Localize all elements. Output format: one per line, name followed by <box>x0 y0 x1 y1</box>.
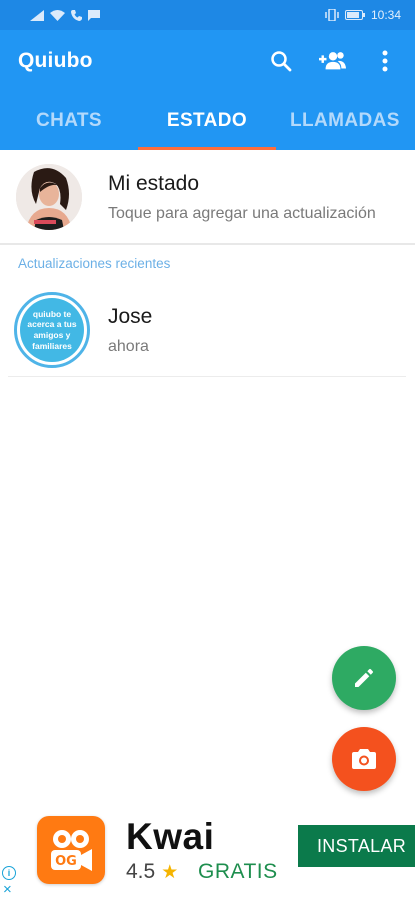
update-time: ahora <box>108 338 149 355</box>
recent-updates-label: Actualizaciones recientes <box>18 256 171 271</box>
status-icons-left <box>30 9 100 21</box>
my-status-title: Mi estado <box>108 172 200 195</box>
appbar-actions <box>267 47 399 75</box>
message-icon <box>88 9 100 21</box>
contact-name: Jose <box>108 305 153 328</box>
app-bar: Quiubo <box>0 30 415 92</box>
add-contact-icon <box>319 52 347 70</box>
tab-estado[interactable]: ESTADO <box>138 92 276 150</box>
search-button[interactable] <box>267 47 295 75</box>
install-button[interactable]: INSTALAR <box>298 825 415 867</box>
my-status-avatar <box>16 164 82 230</box>
star-icon: ★ <box>161 861 179 883</box>
ad-info-icon[interactable]: i <box>2 866 16 880</box>
app-screen: 10:34 Quiubo CHATS ESTADO LLAMADAS Mi es… <box>0 0 415 900</box>
add-contact-button[interactable] <box>319 47 347 75</box>
ad-banner[interactable]: OG Kwai 4.5 ★ GRATIS INSTALAR i × <box>0 808 415 900</box>
status-ring: quiubo te acerca a tus amigos y familiar… <box>14 292 90 368</box>
search-icon <box>271 51 292 72</box>
more-options-button[interactable] <box>371 47 399 75</box>
contact-status-thumbnail: quiubo te acerca a tus amigos y familiar… <box>20 298 84 362</box>
section-divider <box>0 243 415 245</box>
app-title: Quiubo <box>18 49 93 72</box>
my-status-subtitle: Toque para agregar una actualización <box>108 205 376 222</box>
tab-chats[interactable]: CHATS <box>0 92 138 150</box>
my-status-row[interactable]: Mi estado Toque para agregar una actuali… <box>0 150 415 243</box>
ad-price: GRATIS <box>198 860 278 883</box>
profile-photo-icon <box>16 164 82 230</box>
svg-text:OG: OG <box>55 854 77 869</box>
battery-icon <box>344 10 365 20</box>
ad-close-icon[interactable]: × <box>3 882 12 897</box>
status-bar: 10:34 <box>0 0 415 30</box>
camera-status-button[interactable] <box>332 727 396 791</box>
status-update-row[interactable]: quiubo te acerca a tus amigos y familiar… <box>0 285 415 375</box>
kwai-logo-icon: OG <box>51 830 92 871</box>
tab-llamadas[interactable]: LLAMADAS <box>276 92 415 150</box>
camera-icon <box>352 749 376 769</box>
phone-icon <box>71 9 82 21</box>
signal-icon <box>30 9 44 21</box>
ad-app-name: Kwai <box>126 816 215 857</box>
pencil-icon <box>355 668 374 687</box>
status-time: 10:34 <box>370 8 401 22</box>
text-status-button[interactable] <box>332 646 396 710</box>
vibrate-icon <box>325 9 339 21</box>
more-vert-icon <box>382 50 388 72</box>
status-update-text: Jose ahora <box>108 305 152 356</box>
ad-rating: 4.5 ★ <box>126 860 178 884</box>
wifi-icon <box>50 9 65 21</box>
status-icons-right: 10:34 <box>325 8 401 22</box>
ad-app-logo[interactable]: OG <box>37 816 105 884</box>
ad-rating-value: 4.5 <box>126 860 156 883</box>
tab-bar: CHATS ESTADO LLAMADAS <box>0 92 415 150</box>
my-status-text: Mi estado Toque para agregar una actuali… <box>108 172 415 223</box>
row-divider <box>8 376 406 377</box>
